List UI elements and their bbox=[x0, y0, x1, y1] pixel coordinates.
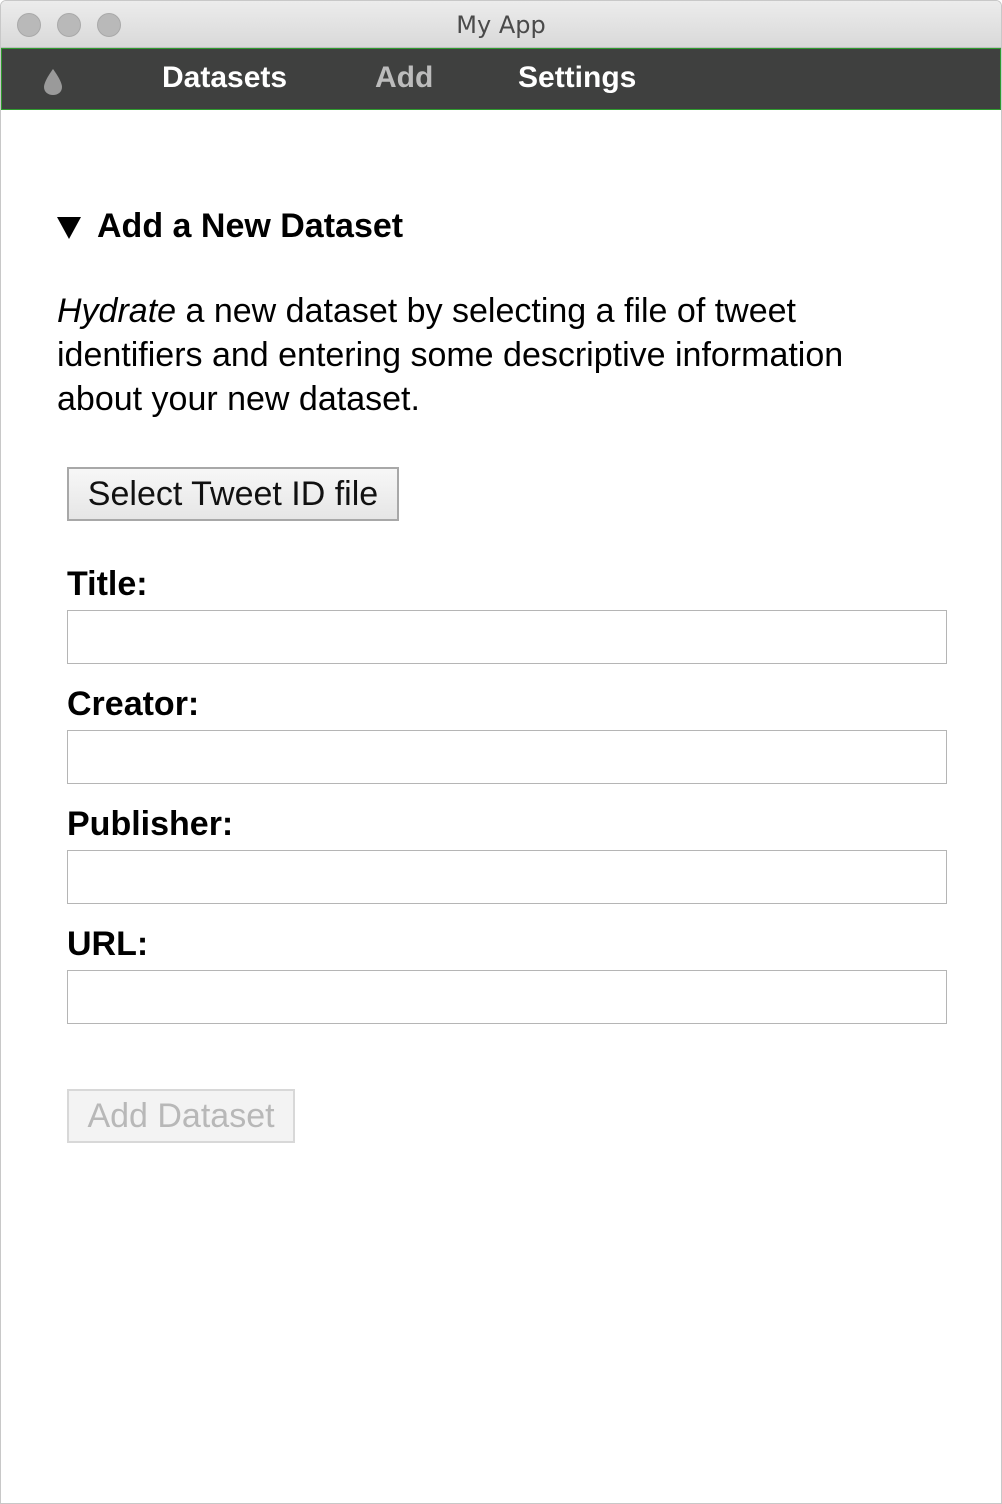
title-label: Title: bbox=[67, 565, 148, 603]
top-nav: Datasets Add Settings bbox=[1, 48, 1001, 110]
description-text: Hydrate a new dataset by selecting a fil… bbox=[57, 289, 937, 421]
nav-add[interactable]: Add bbox=[375, 61, 433, 95]
add-dataset-button[interactable]: Add Dataset bbox=[67, 1089, 295, 1143]
add-dataset-heading[interactable]: Add a New Dataset bbox=[57, 207, 403, 246]
water-drop-icon[interactable] bbox=[40, 67, 66, 97]
publisher-field[interactable] bbox=[67, 850, 947, 904]
creator-field[interactable] bbox=[67, 730, 947, 784]
creator-label: Creator: bbox=[67, 685, 200, 723]
publisher-label: Publisher: bbox=[67, 805, 234, 843]
app-window: My App Datasets Add Settings Add a New D… bbox=[0, 0, 1002, 1504]
url-label: URL: bbox=[67, 925, 149, 963]
description-emphasis: Hydrate bbox=[57, 292, 177, 330]
title-field[interactable] bbox=[67, 610, 947, 664]
nav-settings[interactable]: Settings bbox=[518, 61, 636, 95]
triangle-down-icon bbox=[57, 216, 81, 239]
title-bar: My App bbox=[1, 1, 1001, 48]
heading-text: Add a New Dataset bbox=[97, 207, 404, 245]
nav-datasets[interactable]: Datasets bbox=[162, 61, 287, 95]
select-tweet-id-file-button[interactable]: Select Tweet ID file bbox=[67, 467, 399, 521]
url-field[interactable] bbox=[67, 970, 947, 1024]
window-title: My App bbox=[456, 11, 546, 39]
